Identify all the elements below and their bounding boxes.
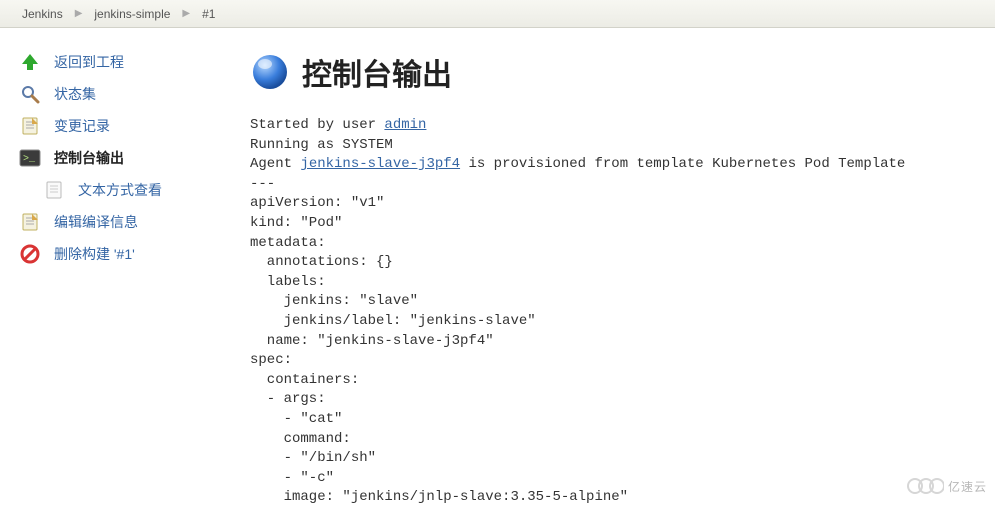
main-content: 控制台输出 Started by user admin Running as S… xyxy=(240,28,995,503)
console-text: Started by user xyxy=(250,117,384,133)
console-user-link[interactable]: admin xyxy=(384,117,426,133)
sidebar-item-label: 删除构建 '#1' xyxy=(54,244,135,264)
search-icon xyxy=(18,82,42,106)
sidebar: 返回到工程 状态集 变更记录 >_ 控制台输出 文本方式查看 xyxy=(0,28,240,503)
console-output: Started by user admin Running as SYSTEM … xyxy=(250,116,985,508)
sidebar-item-label: 返回到工程 xyxy=(54,52,124,72)
logo-rings-icon xyxy=(906,475,944,497)
breadcrumb-item[interactable]: jenkins-simple xyxy=(88,7,176,21)
sidebar-item-changes[interactable]: 变更记录 xyxy=(18,110,240,142)
page-header: 控制台输出 xyxy=(250,50,985,94)
console-agent-link[interactable]: jenkins-slave-j3pf4 xyxy=(300,156,460,172)
sidebar-item-status[interactable]: 状态集 xyxy=(18,78,240,110)
sidebar-item-label: 编辑编译信息 xyxy=(54,212,138,232)
chevron-right-icon: ▶ xyxy=(176,8,196,19)
console-text: --- apiVersion: "v1" kind: "Pod" metadat… xyxy=(250,176,628,506)
sidebar-item-view-as-text[interactable]: 文本方式查看 xyxy=(18,174,240,206)
terminal-icon: >_ xyxy=(18,146,42,170)
status-ball-icon xyxy=(250,52,290,92)
arrow-up-icon xyxy=(18,50,42,74)
notepad-icon xyxy=(18,210,42,234)
notepad-icon xyxy=(18,114,42,138)
sidebar-item-console-output[interactable]: >_ 控制台输出 xyxy=(18,142,240,174)
sidebar-item-delete-build[interactable]: 删除构建 '#1' xyxy=(18,238,240,270)
page-title: 控制台输出 xyxy=(302,50,452,94)
console-text: Agent xyxy=(250,156,300,172)
sidebar-item-label: 文本方式查看 xyxy=(78,180,162,200)
forbidden-icon xyxy=(18,242,42,266)
breadcrumb: Jenkins ▶ jenkins-simple ▶ #1 xyxy=(0,0,995,28)
sidebar-item-label: 变更记录 xyxy=(54,116,110,136)
sidebar-item-label: 控制台输出 xyxy=(54,148,124,168)
sidebar-item-back-to-project[interactable]: 返回到工程 xyxy=(18,46,240,78)
console-text: is provisioned from template Kubernetes … xyxy=(460,156,905,172)
breadcrumb-item[interactable]: #1 xyxy=(196,7,221,21)
breadcrumb-item[interactable]: Jenkins xyxy=(16,7,69,21)
svg-text:>_: >_ xyxy=(23,154,36,165)
chevron-right-icon: ▶ xyxy=(69,8,89,19)
document-icon xyxy=(42,178,66,202)
watermark-text: 亿速云 xyxy=(948,478,987,495)
sidebar-item-label: 状态集 xyxy=(54,84,96,104)
console-text: Running as SYSTEM xyxy=(250,137,393,153)
watermark: 亿速云 xyxy=(906,475,987,497)
sidebar-item-edit-build-info[interactable]: 编辑编译信息 xyxy=(18,206,240,238)
